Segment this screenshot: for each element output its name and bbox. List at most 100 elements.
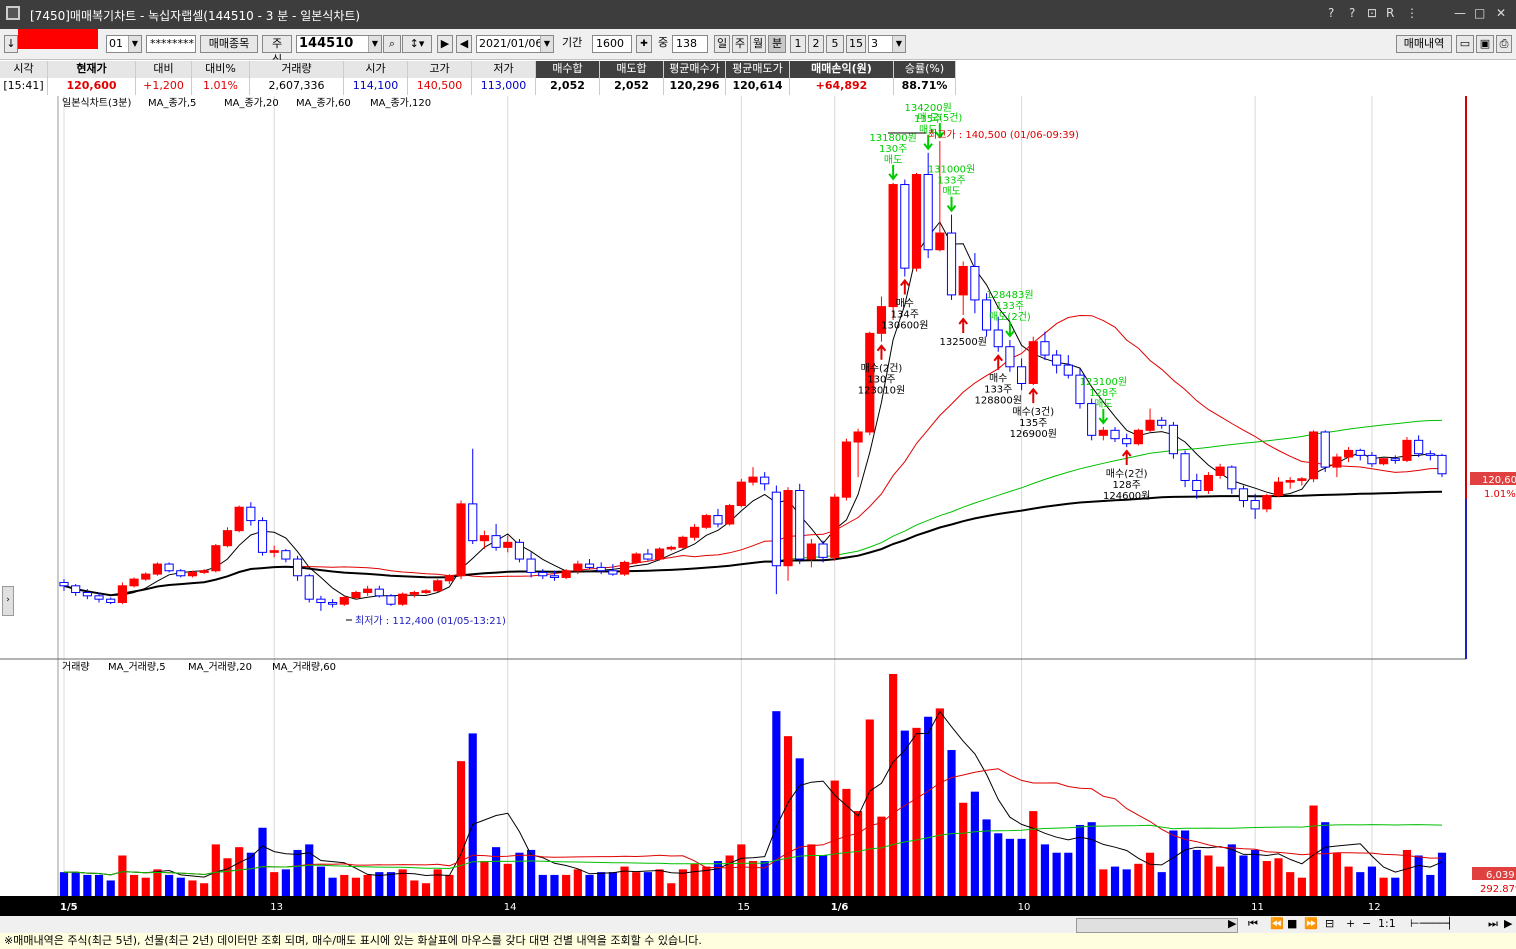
refresh-icon[interactable]: R [1386,6,1394,20]
minute-select[interactable]: 3 ▼ [868,35,906,53]
volume-bar [527,849,536,896]
chevron-down-icon: ▼ [540,36,553,52]
password-field[interactable]: ******** [146,35,196,53]
volume-bar [59,872,69,896]
price-legend-ma20: MA_종가,20 [224,97,279,109]
candle-body [71,585,81,593]
candle-body [1308,431,1319,480]
volume-bar [281,869,290,896]
mid-input[interactable]: 138 [672,35,708,53]
settings-icon[interactable]: ⋮ [1406,6,1418,20]
header-high: 고가 [408,61,472,78]
maximize-icon[interactable]: □ [1474,6,1485,20]
chart-area[interactable]: 일본식차트(3분) MA_종가,5 MA_종가,20 MA_종가,60 MA_종… [0,96,1516,916]
help-icon[interactable]: ? [1349,6,1355,20]
volume-bar [176,877,185,896]
account-suffix-select[interactable]: 01 ▼ [106,35,142,53]
candle-body [222,530,233,547]
volume-bar [1075,824,1085,896]
end-icon[interactable]: ⏭ [1488,917,1498,931]
last-volume-tag: 6,039 [1486,870,1515,881]
arrow-down-icon[interactable]: ↓ [4,35,18,53]
x-axis-label: 14 [504,902,517,913]
stop-icon[interactable]: ■ [1287,917,1297,930]
minute-2-button[interactable]: 2 [808,35,824,53]
header-profit: 매매손익(원) [790,61,894,78]
sort-icon[interactable]: ↕▾ [402,35,432,53]
save-icon[interactable]: ▣ [1476,35,1494,53]
step-back-icon[interactable]: ⏮ [1248,917,1258,931]
minute-5-button[interactable]: 5 [826,35,844,53]
volume-bar [1309,805,1318,896]
pin-icon[interactable]: ? [1328,6,1334,20]
folder-icon[interactable]: ▭ [1456,35,1474,53]
candle-body [678,536,688,548]
forward-icon[interactable]: ⏩ [1304,917,1318,930]
expand-icon[interactable]: ✚ [636,35,652,53]
account-field-redacted[interactable] [18,29,98,49]
volume-bar [503,863,512,896]
candle-body [736,481,746,507]
volume-bar [1157,872,1166,896]
candle-body [199,570,209,573]
volume-bar [1332,852,1341,896]
next-page-icon[interactable]: ▶ [1504,917,1512,930]
price-volume-chart[interactable]: 일본식차트(3분) MA_종가,5 MA_종가,20 MA_종가,60 MA_종… [0,96,1516,916]
candle-body [818,543,828,558]
chart-navigation-bar: ▶ ⏮ ⏪ ■ ⏩ ⊟ + − 1:1 ⊢────┤ ⏭ ▶ [0,916,1516,933]
x-axis-label: 1/6 [831,902,849,913]
candle-body [1262,495,1272,510]
volume-bar [1005,838,1015,896]
toggle-icon[interactable]: ⊟ [1325,917,1334,930]
period-minute-button[interactable]: 분 [768,35,786,53]
date-input[interactable]: 2021/01/06 ▼ [476,35,554,53]
volume-bar [1169,830,1178,896]
volume-bar [456,761,466,896]
minute-15-button[interactable]: 15 [846,35,866,53]
code-input[interactable]: 144510 ▼ [296,35,382,53]
trade-history-button[interactable]: 매매내역 [1396,35,1452,53]
zoom-in-icon[interactable]: + [1346,917,1355,930]
volume-bar [316,866,326,896]
chart-scrollbar[interactable] [1076,918,1238,933]
next-icon[interactable]: ▶ [437,35,453,53]
window-titlebar: [7450]매매복기차트 - 녹십자랩셀(144510 - 3 분 - 일본식차… [0,0,1516,29]
sell-marker-label: 128주 [1089,388,1117,399]
minimize-icon[interactable]: — [1454,6,1466,20]
layout-icon[interactable]: ⊡ [1367,6,1377,20]
prev-icon[interactable]: ◀ [456,35,472,53]
item-select-button[interactable]: 매매종목 [200,35,258,53]
value-volume: 2,607,336 [250,78,344,95]
zoom-ratio[interactable]: 1:1 [1378,917,1396,930]
period-week-button[interactable]: 주 [732,35,748,53]
print-icon[interactable]: ⎙ [1496,35,1512,53]
volume-bar [328,877,337,896]
type-button[interactable]: 주식 [262,35,292,66]
volume-bar [1379,877,1388,896]
volume-bar [363,874,372,896]
candle-body [94,595,104,600]
volume-bar [491,847,501,896]
chevron-down-icon: ▼ [892,36,905,52]
value-profit: +64,892 [790,78,894,95]
candle-body [1285,479,1295,483]
close-icon[interactable]: ✕ [1496,6,1506,20]
candle-body [561,570,571,578]
value-open: 114,100 [344,78,408,95]
search-icon[interactable]: ⌕ [383,35,401,53]
period-month-button[interactable]: 월 [750,35,766,53]
minute-1-button[interactable]: 1 [790,35,806,53]
period-input[interactable]: 1600 [592,35,632,53]
candle-body [1203,474,1214,491]
rewind-icon[interactable]: ⏪ [1270,917,1284,930]
period-day-button[interactable]: 일 [714,35,730,53]
candle-body [234,506,244,532]
volume-legend-ma20: MA_거래량,20 [188,661,252,673]
candle-body [1168,424,1178,455]
zoom-slider[interactable]: ⊢────┤ [1410,917,1453,930]
zoom-out-icon[interactable]: − [1362,917,1371,930]
volume-bar [959,802,968,896]
scroll-right-icon[interactable]: ▶ [1228,917,1236,930]
chart-background [0,96,1516,916]
side-panel-toggle[interactable]: › [2,586,14,616]
